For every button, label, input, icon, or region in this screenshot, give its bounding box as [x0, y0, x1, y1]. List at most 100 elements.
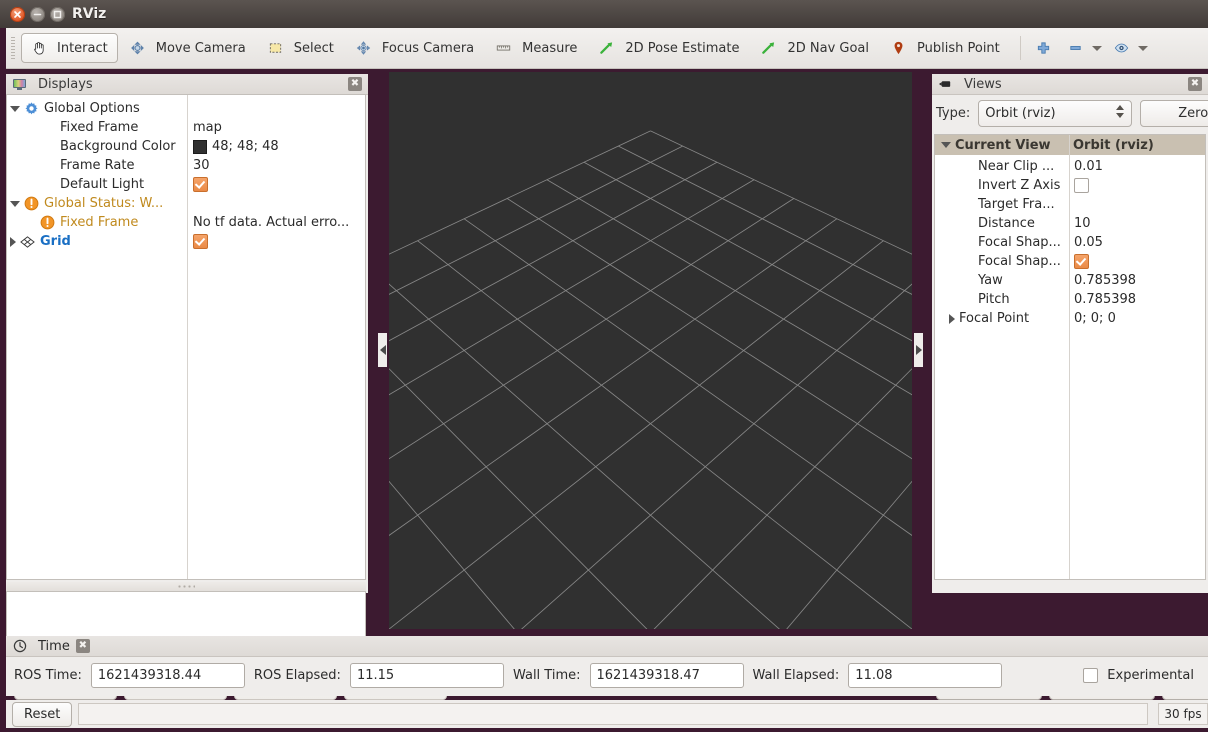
tool-2d-pose-estimate[interactable]: 2D Pose Estimate [589, 33, 749, 63]
reset-button[interactable]: Reset [12, 701, 73, 727]
row-value-cell[interactable]: 30 [193, 156, 363, 175]
tool-interact-label: Interact [57, 40, 108, 56]
add-panel-button[interactable] [1030, 34, 1062, 62]
view-type-select[interactable]: Orbit (rviz) [978, 100, 1133, 127]
views-tree-row[interactable]: Invert Z Axis [935, 176, 1205, 195]
color-swatch[interactable] [193, 139, 207, 154]
row-value-cell[interactable]: map [193, 118, 363, 137]
time-field-wall-time[interactable]: 1621439318.47 [589, 663, 744, 688]
views-tree-row[interactable]: Focal Shap... [935, 252, 1205, 271]
row-label: Global Options [44, 101, 140, 116]
minimize-icon[interactable] [30, 7, 45, 22]
row-value-cell[interactable] [1074, 252, 1203, 271]
row-label: Fixed Frame [60, 215, 139, 230]
chevron-down-icon[interactable] [1091, 45, 1102, 51]
expand-arrow-icon[interactable] [10, 105, 20, 112]
row-value-cell[interactable] [193, 175, 363, 194]
time-field-label: ROS Elapsed: [253, 668, 341, 683]
reset-button-label: Reset [24, 706, 61, 722]
close-icon[interactable]: ✖ [1188, 77, 1202, 91]
views-tree-row[interactable]: Yaw 0.785398 [935, 271, 1205, 290]
row-label: Distance [978, 216, 1035, 231]
toolbar-drag-grip[interactable] [8, 37, 18, 59]
row-name-cell: Yaw [935, 271, 1069, 290]
window-titlebar: RViz [0, 0, 1208, 29]
checkbox-checked[interactable] [193, 177, 208, 192]
views-tree-row[interactable]: Pitch 0.785398 [935, 290, 1205, 309]
maximize-icon[interactable] [50, 7, 65, 22]
tool-select-label: Select [293, 40, 334, 56]
displays-tree-row[interactable]: Fixed Frame No tf data. Actual erro... [7, 213, 365, 232]
tool-measure-label: Measure [522, 40, 578, 56]
row-value-cell[interactable] [193, 99, 363, 118]
row-value-cell[interactable]: 48; 48; 48 [193, 137, 363, 156]
render-viewport-3d[interactable] [389, 72, 912, 629]
close-icon[interactable]: ✖ [348, 77, 362, 91]
focus-camera-icon [356, 41, 371, 56]
warning-icon [24, 196, 39, 211]
row-value-cell[interactable]: 0.785398 [1074, 290, 1203, 309]
tool-select[interactable]: Select [258, 33, 344, 63]
row-value-cell[interactable] [193, 232, 363, 251]
close-icon[interactable] [10, 7, 25, 22]
zero-button[interactable]: Zero [1140, 100, 1208, 127]
visibility-button[interactable] [1108, 34, 1154, 62]
plus-icon [1036, 41, 1051, 56]
tool-move-camera[interactable]: Move Camera [120, 33, 256, 63]
remove-panel-button[interactable] [1062, 34, 1108, 62]
displays-splitter[interactable] [6, 582, 366, 591]
row-value-cell[interactable]: No tf data. Actual erro... [193, 213, 363, 232]
collapse-arrow-icon[interactable] [10, 236, 16, 247]
views-tree-row[interactable]: Focal Shap... 0.05 [935, 233, 1205, 252]
time-field-ros-elapsed[interactable]: 11.15 [349, 663, 504, 688]
row-value-cell[interactable]: 0.05 [1074, 233, 1203, 252]
views-tree-row[interactable]: Near Clip ... 0.01 [935, 157, 1205, 176]
time-field-label: Wall Elapsed: [752, 668, 840, 683]
row-label: Fixed Frame [60, 120, 139, 135]
views-tree-row[interactable]: Target Fra... [935, 195, 1205, 214]
displays-tree-row[interactable]: Frame Rate 30 [7, 156, 365, 175]
checkbox-checked[interactable] [1074, 254, 1089, 269]
displays-tree-row[interactable]: Default Light [7, 175, 365, 194]
collapse-right-icon[interactable] [914, 333, 923, 367]
time-field-ros-time[interactable]: 1621439318.44 [90, 663, 245, 688]
views-tree-row[interactable]: Focal Point 0; 0; 0 [935, 309, 1205, 328]
displays-tree-row[interactable]: Global Status: W... [7, 194, 365, 213]
row-name-cell: Default Light [7, 175, 187, 194]
row-value-cell[interactable] [1074, 176, 1203, 195]
experimental-checkbox[interactable] [1083, 668, 1099, 683]
spinner-arrows-icon[interactable] [1116, 105, 1125, 118]
displays-tree-row[interactable]: Fixed Frame map [7, 118, 365, 137]
displays-tree-row[interactable]: Background Color 48; 48; 48 [7, 137, 365, 156]
checkbox-unchecked[interactable] [1074, 178, 1089, 193]
chevron-down-icon[interactable] [1137, 45, 1148, 51]
row-value-cell[interactable]: 0; 0; 0 [1074, 309, 1203, 328]
row-value-cell[interactable]: 0.01 [1074, 157, 1203, 176]
row-value-cell[interactable] [193, 194, 363, 213]
collapse-left-icon[interactable] [378, 333, 387, 367]
collapse-arrow-icon[interactable] [949, 313, 955, 324]
displays-tree[interactable]: Global Options Fixed Frame map Background C… [6, 94, 366, 580]
expand-arrow-icon[interactable] [941, 142, 951, 148]
tool-measure[interactable]: Measure [486, 33, 587, 63]
expand-arrow-icon[interactable] [10, 200, 20, 207]
green-arrow-icon [599, 41, 614, 56]
cell-value: 0.785398 [1074, 292, 1137, 307]
tool-publish-point[interactable]: Publish Point [881, 33, 1010, 63]
displays-tree-row[interactable]: Grid [7, 232, 365, 251]
row-value-cell[interactable] [1074, 195, 1203, 214]
views-tree[interactable]: Current View Orbit (rviz) Near Clip ... 0… [934, 134, 1206, 580]
time-field-wall-elapsed[interactable]: 11.08 [848, 663, 1003, 688]
tool-2d-nav-goal[interactable]: 2D Nav Goal [751, 33, 879, 63]
tool-interact[interactable]: Interact [21, 33, 118, 63]
field-value: 11.15 [356, 668, 395, 683]
close-icon[interactable]: ✖ [75, 639, 90, 653]
checkbox-checked[interactable] [193, 234, 208, 249]
displays-tree-row[interactable]: Global Options [7, 99, 365, 118]
views-panel-titlebar: Views ✖ [932, 74, 1208, 95]
views-tree-row[interactable]: Distance 10 [935, 214, 1205, 233]
tool-focus-camera[interactable]: Focus Camera [346, 33, 484, 63]
map-pin-icon [891, 41, 906, 56]
row-value-cell[interactable]: 0.785398 [1074, 271, 1203, 290]
row-value-cell[interactable]: 10 [1074, 214, 1203, 233]
